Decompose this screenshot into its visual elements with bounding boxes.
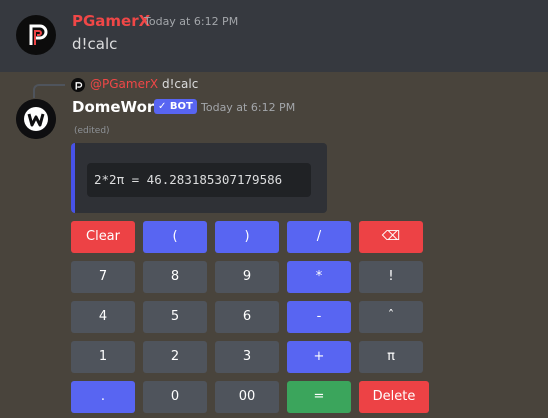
calc-button-8[interactable]: 8 — [143, 261, 207, 293]
reply-content[interactable]: d!calc — [162, 77, 198, 92]
reply-username[interactable]: @PGamerX — [90, 77, 158, 92]
reply-avatar[interactable] — [71, 78, 85, 92]
calc-button-pi[interactable]: π — [359, 341, 423, 373]
username-pgamerx[interactable]: PGamerX — [72, 12, 150, 30]
calc-button-4[interactable]: 4 — [71, 301, 135, 333]
calc-button-6[interactable]: 6 — [215, 301, 279, 333]
calc-button-plus[interactable]: + — [287, 341, 351, 373]
reply-spine — [33, 84, 65, 98]
calc-button-equals[interactable]: = — [287, 381, 351, 413]
calc-button-2[interactable]: 2 — [143, 341, 207, 373]
pgamerx-logo-icon — [29, 24, 48, 45]
calc-button-backspace[interactable]: ⌫ — [359, 221, 423, 253]
domework-avatar[interactable] — [16, 99, 56, 139]
message-timestamp: Today at 6:12 PM — [201, 101, 296, 114]
calc-button-minus[interactable]: - — [287, 301, 351, 333]
calc-button-0[interactable]: 0 — [143, 381, 207, 413]
calc-button-9[interactable]: 9 — [215, 261, 279, 293]
calc-result-code: 2*2π = 46.283185307179586 — [87, 163, 311, 197]
calc-button-5[interactable]: 5 — [143, 301, 207, 333]
calc-button-00[interactable]: 00 — [215, 381, 279, 413]
calc-button-open-paren[interactable]: ( — [143, 221, 207, 253]
calc-button-clear[interactable]: Clear — [71, 221, 135, 253]
pgamerx-avatar[interactable] — [16, 15, 56, 55]
message-content: d!calc — [72, 35, 118, 53]
calc-button-factorial[interactable]: ! — [359, 261, 423, 293]
domework-logo-icon — [16, 99, 56, 139]
username-domework[interactable]: DomeWork — [72, 98, 164, 116]
calc-button-1[interactable]: 1 — [71, 341, 135, 373]
calc-button-power[interactable]: ˆ — [359, 301, 423, 333]
calc-button-3[interactable]: 3 — [215, 341, 279, 373]
edited-label: (edited) — [74, 126, 110, 136]
calc-button-7[interactable]: 7 — [71, 261, 135, 293]
calc-button-delete[interactable]: Delete — [359, 381, 429, 413]
message-pgamerx: PGamerX Today at 6:12 PM d!calc — [0, 0, 548, 72]
bot-badge: ✓ BOT — [154, 99, 197, 114]
message-timestamp: Today at 6:12 PM — [144, 15, 239, 28]
embed: 2*2π = 46.283185307179586 — [71, 143, 327, 213]
calc-button-close-paren[interactable]: ) — [215, 221, 279, 253]
calc-button-multiply[interactable]: * — [287, 261, 351, 293]
calc-button-decimal[interactable]: . — [71, 381, 135, 413]
calc-button-divide[interactable]: / — [287, 221, 351, 253]
